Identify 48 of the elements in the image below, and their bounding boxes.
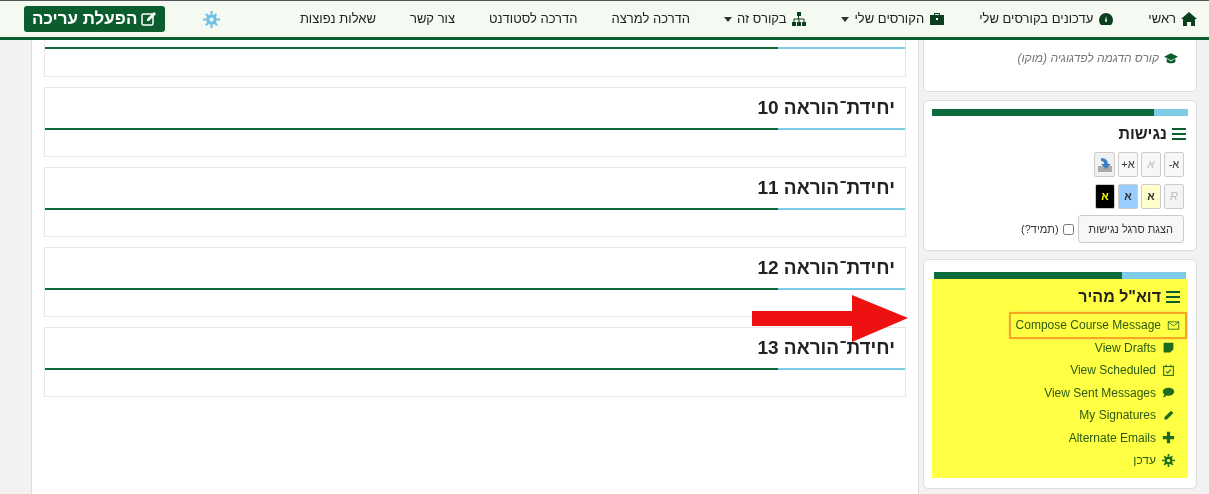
- nav-link[interactable]: הדרכה למרצה: [611, 9, 691, 29]
- save-settings-button[interactable]: [1094, 152, 1115, 177]
- section-title: יחידת־הוראה 13: [757, 335, 895, 360]
- plus-icon: [1162, 431, 1175, 445]
- nav-link[interactable]: עדכונים בקורסים שלי: [979, 9, 1115, 29]
- menu-link[interactable]: My Signatures: [1074, 404, 1180, 427]
- tray-icon: [1096, 156, 1113, 173]
- color-scheme-button[interactable]: א: [1095, 184, 1115, 209]
- block-title: נגישות: [1118, 124, 1167, 144]
- section-title: יחידת־הוראה 10: [757, 95, 895, 120]
- color-scheme-button[interactable]: א: [1118, 184, 1138, 209]
- home-icon: [1181, 11, 1197, 27]
- nav-link[interactable]: צור קשר: [409, 9, 456, 29]
- font-size-button[interactable]: א-: [1164, 152, 1184, 177]
- gear-icon: [1162, 453, 1175, 467]
- show-toolbar-button[interactable]: הצגת סרגל נגישות: [1077, 215, 1184, 243]
- envelope-icon: [1167, 318, 1180, 332]
- nav-link[interactable]: שאלות נפוצות: [299, 9, 376, 29]
- checkbox[interactable]: [1062, 223, 1074, 235]
- color-scheme-button[interactable]: א: [1141, 184, 1161, 209]
- menu-link[interactable]: עדכן: [1128, 449, 1180, 472]
- nav-link[interactable]: הדרכה לסטודנט: [489, 9, 578, 29]
- graduation-cap-icon: [1164, 52, 1178, 64]
- course-link[interactable]: קורס הדגמה לפדגוגיה (מוקו): [924, 49, 1178, 67]
- nav-link[interactable]: בקורס זה: [724, 9, 808, 29]
- font-size-button[interactable]: א+: [1118, 152, 1138, 177]
- block-title: דוא"ל מהיר: [1078, 287, 1161, 307]
- edit-icon: [141, 11, 158, 27]
- menu-icon[interactable]: [1172, 128, 1186, 140]
- checkbox-label: (תמיד?): [1021, 221, 1059, 237]
- section-title: יחידת־הוראה 11: [757, 175, 895, 200]
- speech-bubble-icon: [1162, 386, 1175, 400]
- menu-link[interactable]: View Scheduled: [1065, 359, 1180, 382]
- menu-link[interactable]: View Sent Messages: [1039, 381, 1180, 404]
- sitemap-icon: [791, 11, 808, 27]
- menu-link[interactable]: View Drafts: [1089, 336, 1180, 359]
- menu-icon[interactable]: [1166, 291, 1180, 303]
- note-icon: [1162, 341, 1175, 355]
- menu-link[interactable]: Compose Course Message: [1010, 314, 1185, 337]
- menu-link[interactable]: Alternate Emails: [1063, 426, 1180, 449]
- pencil-icon: [1162, 408, 1175, 422]
- nav-link[interactable]: הקורסים שלי: [841, 9, 946, 29]
- nav-link[interactable]: ראשי: [1148, 9, 1197, 29]
- calendar-icon: [1162, 363, 1175, 377]
- edit-mode-button[interactable]: הפעלת עריכה: [24, 6, 166, 32]
- briefcase-icon: [929, 11, 946, 27]
- section-title: יחידת־הוראה 12: [757, 255, 895, 280]
- gauge-icon: [1098, 11, 1115, 27]
